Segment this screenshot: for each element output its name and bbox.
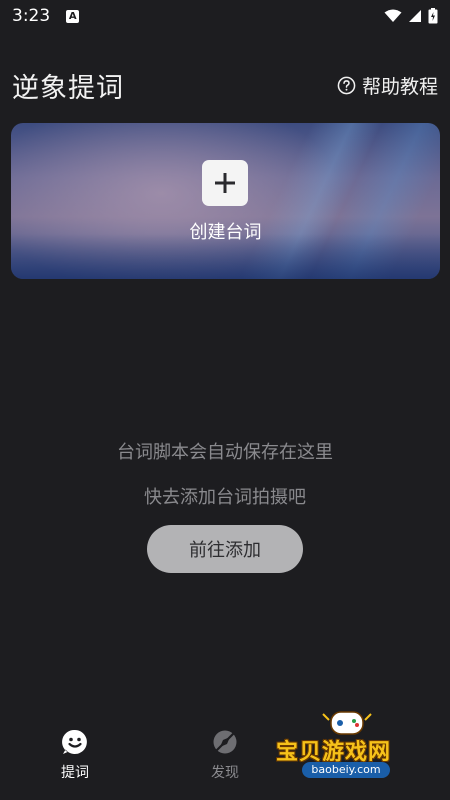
status-time: 3:23 [12,6,51,26]
compass-icon [213,730,237,754]
wifi-icon [384,9,402,22]
nav-item-discover[interactable]: 发现 [150,718,300,800]
empty-state-text: 台词脚本会自动保存在这里 [117,442,333,463]
battery-icon [428,8,438,24]
nav-item-empty [300,718,450,800]
signal-icon [409,10,421,22]
create-script-card[interactable]: 创建台词 [11,123,440,279]
status-bar: 3:23 A [0,0,450,32]
plus-icon [202,160,248,206]
page-title: 逆象提词 [12,72,124,104]
app-header: 逆象提词 帮助教程 [0,62,450,108]
nav-label-discover: 发现 [211,765,239,781]
a-icon: A [66,9,80,23]
bottom-nav: 提词 发现 [0,718,450,800]
help-tutorial-label: 帮助教程 [361,75,438,98]
empty-state-hint: 快去添加台词拍摄吧 [144,487,306,508]
question-circle-icon [337,76,356,94]
nav-label-prompt: 提词 [61,765,89,781]
nav-item-prompt[interactable]: 提词 [0,718,150,800]
status-icons [384,8,438,24]
go-add-button[interactable]: 前往添加 [147,525,303,573]
create-script-label: 创建台词 [189,222,262,243]
help-tutorial-button[interactable]: 帮助教程 [337,72,438,99]
smile-bubble-icon [62,729,87,754]
